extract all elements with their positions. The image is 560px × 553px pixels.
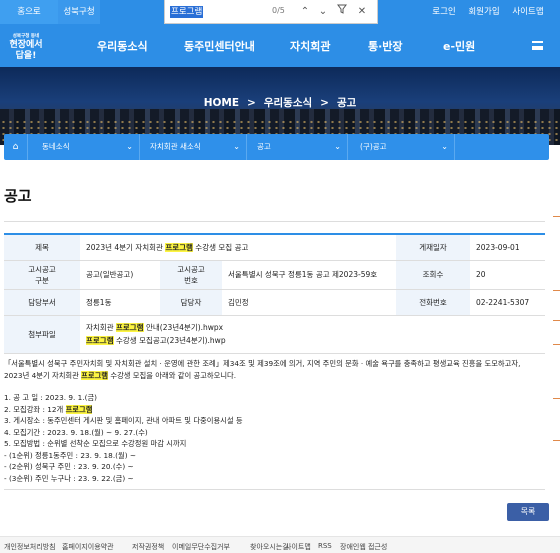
title-divider [4, 221, 545, 222]
title-label: 제목 [4, 234, 80, 261]
scroll-marker [553, 216, 560, 217]
signup-link[interactable]: 회원가입 [463, 0, 505, 24]
chevron-down-icon: ⌄ [441, 142, 448, 151]
footer-link-email[interactable]: 이메일무단수집거부 [172, 542, 230, 552]
breadcrumb-news[interactable]: 우리동소식 [264, 97, 312, 109]
subnav-notice[interactable]: 공고 ⌄ [247, 134, 348, 160]
number-label: 고시공고 번호 [160, 260, 222, 290]
footer-link-accessibility[interactable]: 장애인웹 접근성 [340, 542, 387, 552]
logo[interactable]: 성북구청 동네 현장에서 답을! [5, 31, 47, 67]
notice-info-table: 제목 2023년 4분기 자치회관 프로그램 수강생 모집 공고 게재일자 20… [4, 233, 545, 354]
footer-link-directions[interactable]: 찾아오시는길 [250, 542, 289, 552]
type-value: 공고(일반공고) [80, 260, 160, 290]
subnav-dongne[interactable]: 동네소식 ⌄ [28, 134, 140, 160]
title-value: 2023년 4분기 자치회관 프로그램 수강생 모집 공고 [80, 234, 396, 261]
scroll-marker [553, 344, 560, 345]
body-line: - (3순위) 주민 누구나 : 23. 9. 22.(금) ~ [4, 473, 134, 483]
sub-nav: ⌂ 동네소식 ⌄ 자치회관 새소식 ⌄ 공고 ⌄ (구)공고 ⌄ [4, 134, 549, 160]
phone-label: 전화번호 [396, 289, 470, 316]
nav-item-hall[interactable]: 자치회관 [290, 38, 330, 54]
body-line: 5. 모집방법 : 순위별 선착순 모집으로 수강정원 마감 시까지 [4, 439, 187, 448]
footer-link-rss[interactable]: RSS [318, 542, 332, 550]
subnav-hall-news[interactable]: 자치회관 새소식 ⌄ [140, 134, 247, 160]
body-line: 2. 모집강좌 : 12개 프로그램 [4, 404, 93, 414]
dept-value: 정릉1동 [80, 289, 160, 316]
scroll-marker [553, 398, 560, 399]
footer-link-sitemap[interactable]: 사이트맵 [285, 542, 311, 552]
nav-item-eminwon[interactable]: e-민원 [443, 38, 475, 54]
nav-item-center[interactable]: 동주민센터안내 [184, 38, 255, 54]
chevron-down-icon: ⌄ [126, 142, 133, 151]
subnav-old-notice[interactable]: (구)공고 ⌄ [348, 134, 455, 160]
footer-link-terms[interactable]: 홈페이지이용약관 [62, 542, 114, 552]
home-icon[interactable]: ⌂ [4, 134, 28, 160]
date-label: 게재일자 [396, 234, 470, 261]
body-line: - (1순위) 정릉1동주민 : 23. 9. 18.(월) ~ [4, 450, 136, 460]
footer-link-privacy[interactable]: 개인정보처리방침 [4, 542, 56, 552]
body-line: - (2순위) 성북구 주민 : 23. 9. 20.(수) ~ [4, 462, 134, 471]
chevron-down-icon: ⌄ [233, 142, 240, 151]
find-next-icon[interactable]: ⌄ [316, 4, 330, 20]
breadcrumb: HOME > 우리동소식 > 공고 [203, 97, 357, 109]
nav-item-news[interactable]: 우리동소식 [97, 38, 148, 54]
find-input[interactable]: 프로그램 [170, 6, 204, 18]
nav-item-tongban[interactable]: 통·반장 [368, 38, 403, 54]
person-label: 담당자 [160, 289, 222, 316]
gu-office-link[interactable]: 성북구청 [58, 0, 100, 24]
footer-link-copyright[interactable]: 저작권정책 [132, 542, 164, 552]
find-close-icon[interactable]: ✕ [355, 4, 369, 20]
person-value: 김민정 [222, 289, 396, 316]
number-value: 서울특별시 성북구 정릉1동 공고 제2023-59호 [222, 260, 396, 290]
find-filter-icon[interactable] [335, 4, 349, 20]
body-line: 2023년 4분기 자치회관 프로그램 수강생 모집을 아래와 같이 공고하오니… [4, 370, 237, 380]
body-line: 「서울특별시 성북구 주민자치회 및 자치회관 설치 · 운영에 관한 조례」제… [4, 359, 521, 368]
list-button[interactable]: 목록 [507, 503, 549, 521]
main-nav: 우리동소식 동주민센터안내 자치회관 통·반장 e-민원 [0, 24, 560, 67]
home-link[interactable]: 홈으로 [0, 0, 58, 24]
footer: 개인정보처리방침 홈페이지이용약관 저작권정책 이메일무단수집거부 찾아오시는길… [0, 536, 560, 553]
scroll-marker [553, 440, 560, 441]
breadcrumb-home[interactable]: HOME [204, 97, 239, 109]
date-value: 2023-09-01 [470, 234, 545, 261]
body-line: 1. 공 고 일 : 2023. 9. 1.(금) [4, 393, 98, 402]
page-title: 공고 [4, 187, 32, 205]
chevron-down-icon: ⌄ [334, 142, 341, 151]
views-value: 20 [470, 260, 545, 290]
attach-list: 자치회관 프로그램 안내(23년4분기).hwpx 프로그램 수강생 모집공고(… [80, 315, 545, 354]
find-match-count: 0/5 [272, 6, 285, 15]
breadcrumb-notice[interactable]: 공고 [337, 97, 356, 109]
body-line: 4. 모집기간 : 2023. 9. 18.(월) ~ 9. 27.(수) [4, 427, 148, 437]
dept-label: 담당부서 [4, 289, 80, 316]
views-label: 조회수 [396, 260, 470, 290]
type-label: 고시공고 구분 [4, 260, 80, 290]
find-bar: 프로그램 0/5 ⌃ ⌄ ✕ [164, 0, 378, 24]
menu-icon[interactable] [532, 41, 543, 50]
login-link[interactable]: 로그인 [427, 0, 461, 24]
attachment-link-1[interactable]: 자치회관 프로그램 안내(23년4분기).hwpx [86, 321, 539, 334]
body-line: 3. 게시장소 : 동주민센터 게시판 및 홈페이지, 관내 아파트 및 다중이… [4, 416, 243, 425]
scroll-marker [553, 290, 560, 291]
attachment-link-2[interactable]: 프로그램 수강생 모집공고(23년4분기).hwp [86, 334, 539, 347]
phone-value: 02-2241-5307 [470, 289, 545, 316]
attach-label: 첨부파일 [4, 315, 80, 354]
notice-body: 「서울특별시 성북구 주민자치회 및 자치회관 설치 · 운영에 관한 조례」제… [4, 358, 545, 490]
scroll-marker [553, 320, 560, 321]
find-prev-icon[interactable]: ⌃ [298, 4, 312, 20]
sitemap-link[interactable]: 사이트맵 [508, 0, 548, 24]
